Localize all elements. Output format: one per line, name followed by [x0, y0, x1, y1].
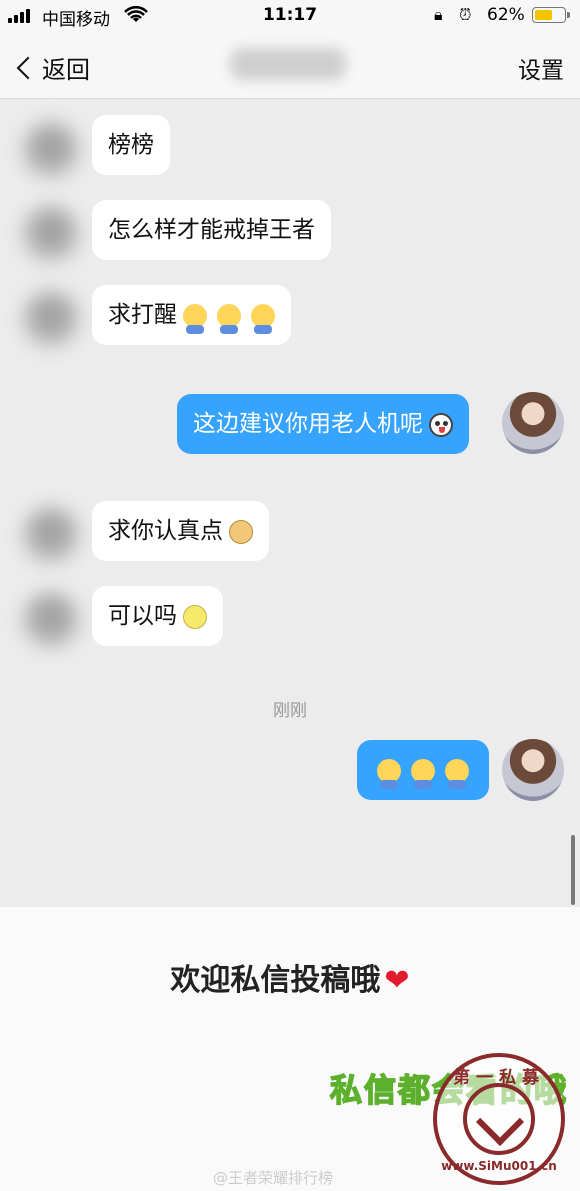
- battery-icon: [532, 7, 570, 23]
- sleepy-emoji-icon: [183, 303, 207, 334]
- message-text: 求打醒: [108, 302, 177, 328]
- back-button[interactable]: 返回: [14, 50, 90, 85]
- contact-avatar[interactable]: [22, 506, 80, 564]
- alarm-icon: ⏰︎: [459, 5, 472, 24]
- sleepy-emoji-icon: [445, 758, 469, 789]
- chevron-left-icon: [16, 56, 40, 79]
- message-bubble-incoming[interactable]: 求你认真点: [92, 501, 269, 561]
- message-text: 这边建议你用老人机呢: [193, 411, 423, 437]
- message-bubble-incoming[interactable]: 榜榜: [92, 115, 170, 175]
- contact-avatar[interactable]: [22, 205, 80, 263]
- message-text: 怎么样才能戒掉王者: [108, 217, 315, 243]
- contact-name-blurred: [230, 48, 346, 80]
- watermark-seal: 第一私募 www.SiMu001.cn: [433, 1053, 565, 1185]
- my-avatar[interactable]: [502, 739, 564, 801]
- sleepy-emoji-icon: [251, 303, 275, 334]
- chat-area[interactable]: 榜榜 怎么样才能戒掉王者 求打醒 这边建议你用老人机呢 求你认真点 可以吗 刚刚: [0, 99, 580, 907]
- battery-percentage: 62%: [487, 5, 525, 25]
- seal-logo-icon: [463, 1083, 535, 1155]
- message-bubble-outgoing[interactable]: [357, 740, 489, 800]
- doge-emoji-icon: [229, 519, 253, 544]
- rotation-lock-icon: 🔒︎: [434, 5, 443, 24]
- heart-icon: ❤: [384, 963, 410, 998]
- seal-bottom-text: www.SiMu001.cn: [441, 1159, 557, 1173]
- lemon-emoji-icon: [183, 604, 207, 629]
- sleepy-emoji-icon: [217, 303, 241, 334]
- message-bubble-incoming[interactable]: 求打醒: [92, 285, 291, 345]
- my-avatar[interactable]: [502, 392, 564, 454]
- contact-avatar[interactable]: [22, 591, 80, 649]
- message-bubble-outgoing[interactable]: 这边建议你用老人机呢: [177, 394, 469, 454]
- welcome-label: 欢迎私信投稿哦: [170, 963, 381, 998]
- sleepy-emoji-icon: [411, 758, 435, 789]
- back-label: 返回: [42, 56, 90, 84]
- welcome-text: 欢迎私信投稿哦 ❤: [0, 955, 580, 999]
- husky-emoji-icon: [429, 412, 453, 437]
- contact-avatar[interactable]: [22, 290, 80, 348]
- contact-avatar[interactable]: [22, 121, 80, 179]
- settings-button[interactable]: 设置: [518, 51, 564, 85]
- message-text: 榜榜: [108, 132, 154, 158]
- sleepy-emoji-icon: [377, 758, 401, 789]
- nav-bar: 返回 设置: [0, 32, 580, 99]
- message-timestamp: 刚刚: [273, 701, 307, 721]
- message-text: 可以吗: [108, 603, 177, 629]
- message-text: 求你认真点: [108, 518, 223, 544]
- scrollbar[interactable]: [571, 835, 575, 905]
- message-bubble-incoming[interactable]: 可以吗: [92, 586, 223, 646]
- status-bar: 中国移动 11:17 🔒︎ ⏰︎ 62%: [0, 0, 580, 32]
- weibo-watermark: @王者荣耀排行榜: [213, 1169, 334, 1187]
- message-bubble-incoming[interactable]: 怎么样才能戒掉王者: [92, 200, 331, 260]
